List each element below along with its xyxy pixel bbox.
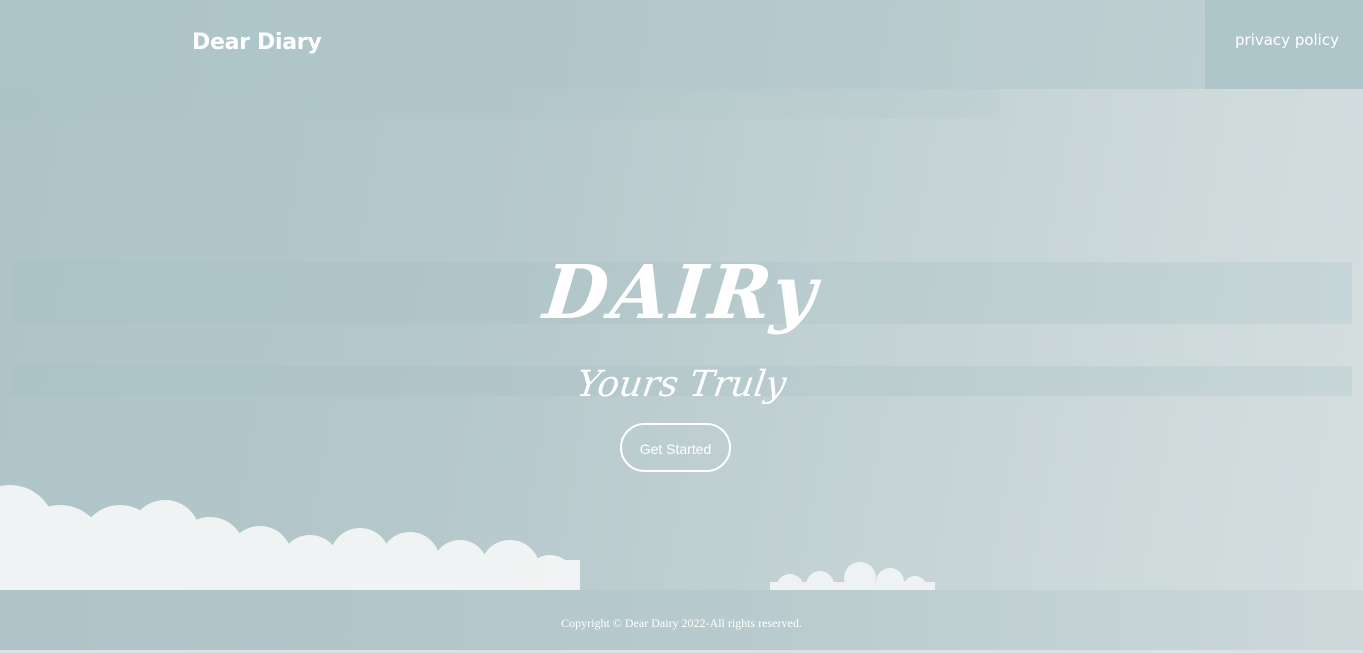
hero-title: DAIRy <box>539 250 824 336</box>
get-started-button[interactable]: Get Started <box>620 423 731 472</box>
hero-subtitle: Yours Truly <box>574 364 789 405</box>
copyright-text: Copyright © Dear Dairy 2022-All rights r… <box>561 616 802 630</box>
sky-band-top <box>0 89 1000 119</box>
privacy-policy-link[interactable]: privacy policy <box>1235 31 1339 49</box>
clouds-illustration <box>0 485 935 590</box>
brand-logo-link[interactable]: Dear Diary <box>192 30 322 55</box>
site-footer: Copyright © Dear Dairy 2022-All rights r… <box>0 590 1363 650</box>
